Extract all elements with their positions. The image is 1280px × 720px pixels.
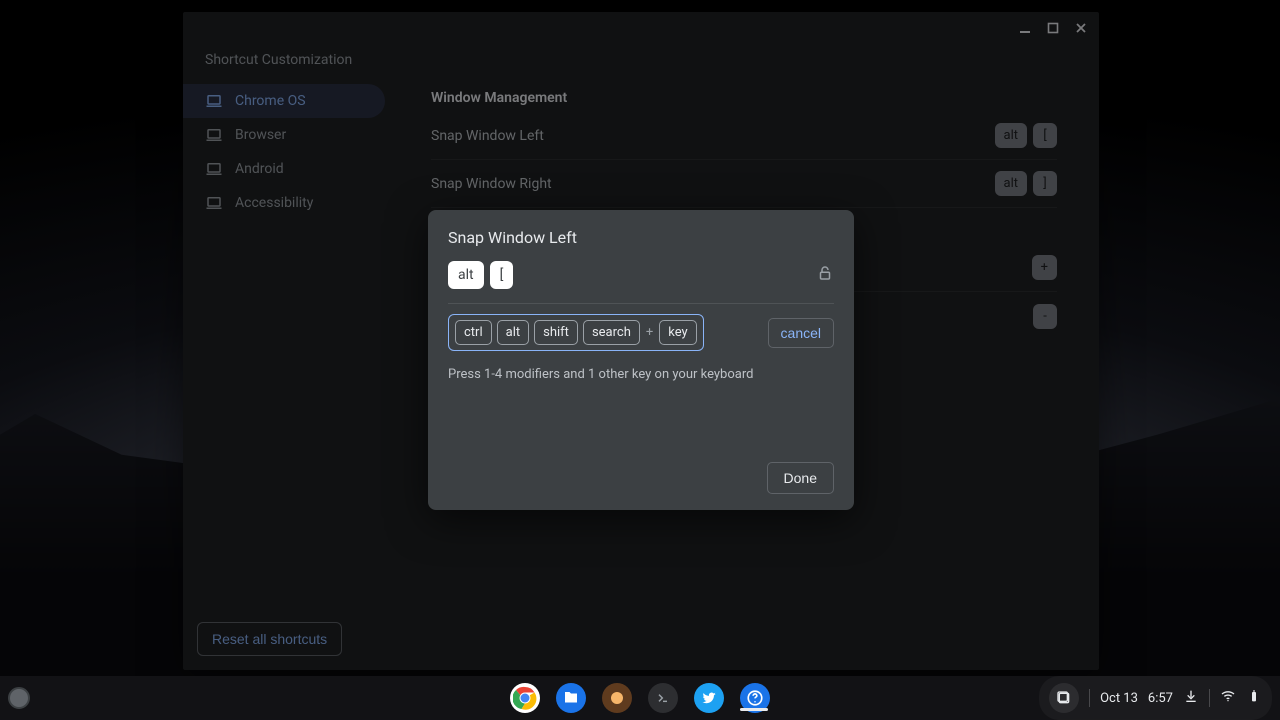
- plus-separator: +: [645, 325, 654, 340]
- modifier-key: ctrl: [455, 320, 492, 345]
- current-shortcut-row: alt [: [448, 261, 834, 304]
- keycap: alt: [448, 261, 484, 289]
- download-icon[interactable]: [1183, 688, 1199, 708]
- modifier-key: alt: [497, 320, 530, 345]
- edit-shortcut-dialog: Snap Window Left alt [ ctrl alt shift se…: [428, 210, 854, 510]
- tray-time: 6:57: [1148, 691, 1173, 706]
- shortcut-capture-row: ctrl alt shift search + key cancel: [448, 314, 834, 351]
- chrome-icon[interactable]: [510, 683, 540, 713]
- done-button[interactable]: Done: [767, 462, 834, 494]
- app-icon-3[interactable]: [602, 683, 632, 713]
- dialog-hint: Press 1-4 modifiers and 1 other key on y…: [448, 367, 834, 382]
- shelf-apps: [510, 683, 770, 713]
- modifier-key: shift: [534, 320, 578, 345]
- lock-icon: [816, 264, 834, 286]
- shortcut-capture-input[interactable]: ctrl alt shift search + key: [448, 314, 704, 351]
- current-shortcut-keys: alt [: [448, 261, 513, 289]
- wifi-icon[interactable]: [1220, 688, 1236, 708]
- separator: [1089, 689, 1090, 707]
- system-tray[interactable]: Oct 13 6:57: [1039, 676, 1272, 720]
- modifier-key: search: [583, 320, 640, 345]
- tray-date: Oct 13: [1100, 691, 1138, 706]
- screen-capture-icon[interactable]: [1049, 683, 1079, 713]
- separator: [1209, 689, 1210, 707]
- files-icon[interactable]: [556, 683, 586, 713]
- final-key: key: [659, 320, 696, 345]
- shelf-left: [8, 676, 30, 720]
- active-app-indicator: [740, 708, 768, 711]
- launcher-button[interactable]: [8, 687, 30, 709]
- keycap: [: [490, 261, 514, 289]
- shelf: Oct 13 6:57: [0, 676, 1280, 720]
- battery-icon[interactable]: [1246, 688, 1262, 708]
- twitter-icon[interactable]: [694, 683, 724, 713]
- cancel-button[interactable]: cancel: [768, 318, 834, 348]
- terminal-icon[interactable]: [648, 683, 678, 713]
- dialog-title: Snap Window Left: [448, 228, 834, 247]
